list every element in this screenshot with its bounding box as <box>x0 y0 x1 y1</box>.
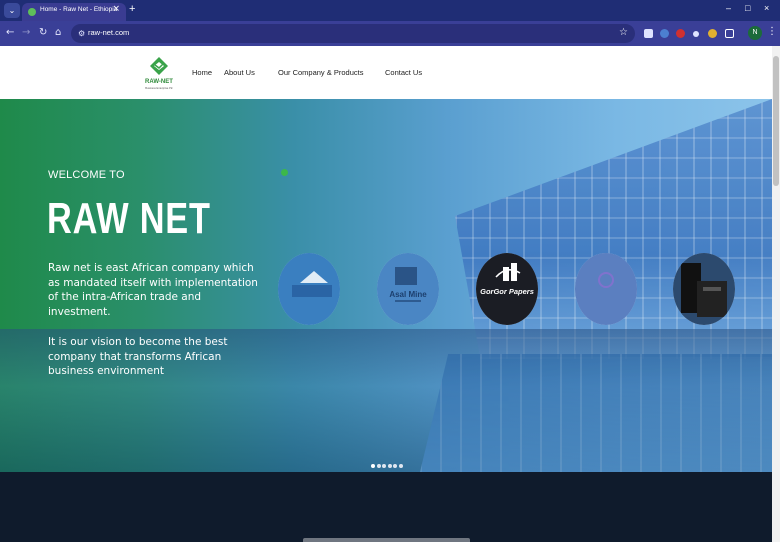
extension-icon[interactable] <box>708 29 717 38</box>
mine-logo-icon <box>395 267 421 302</box>
browser-tab[interactable]: Home - Raw Net - Ethiopia × <box>22 3 126 21</box>
profile-avatar[interactable]: N <box>748 26 762 40</box>
company-logo-circle[interactable] <box>575 253 637 325</box>
bookmark-star-icon[interactable]: ☆ <box>619 27 628 38</box>
hero-welcome: WELCOME TO <box>48 169 125 181</box>
company-label-asal-mine: Asal Mine <box>389 290 427 299</box>
decorative-dot <box>281 169 288 176</box>
product-box-icon <box>681 263 727 317</box>
slider-dot[interactable] <box>376 464 381 468</box>
site-header: RAW-NET Business Enterprise Plc Home Abo… <box>0 46 772 99</box>
tab-search-button[interactable]: ⌄ <box>4 3 20 18</box>
home-icon[interactable]: ⌂ <box>55 27 61 38</box>
company-logo-circle[interactable] <box>278 253 340 325</box>
logo-subtext: Business Enterprise Plc <box>145 87 173 90</box>
slider-dot[interactable] <box>382 464 386 468</box>
web-page: RAW-NET Business Enterprise Plc Home Abo… <box>0 46 772 542</box>
slider-dot[interactable] <box>371 464 375 468</box>
nav-contact-us[interactable]: Contact Us <box>385 68 422 77</box>
building-reflection <box>420 354 772 472</box>
new-tab-button[interactable]: + <box>129 3 135 15</box>
page-scrollbar[interactable] <box>772 46 780 542</box>
scrollbar-thumb[interactable] <box>773 56 779 186</box>
extension-icon[interactable] <box>644 29 653 38</box>
house-logo-icon <box>292 271 332 297</box>
brand-mark-icon <box>598 272 614 288</box>
slider-dot[interactable] <box>387 464 392 468</box>
browser-toolbar: ← → ↻ ⌂ ⚙ raw-net.com ☆ N ⋮ <box>0 21 780 46</box>
nav-home[interactable]: Home <box>192 68 212 77</box>
browser-menu-icon[interactable]: ⋮ <box>767 26 777 37</box>
extension-icon[interactable] <box>693 31 699 37</box>
extension-icon[interactable] <box>660 29 669 38</box>
site-logo[interactable]: RAW-NET Business Enterprise Plc <box>142 55 176 95</box>
browser-tab-bar: ⌄ Home - Raw Net - Ethiopia × + – □ × <box>0 0 780 21</box>
nav-about-us[interactable]: About Us <box>224 68 255 77</box>
slider-dot[interactable] <box>398 464 403 468</box>
company-logo-circle[interactable]: Asal Mine <box>377 253 439 325</box>
nav-company-products[interactable]: Our Company & Products <box>278 68 363 77</box>
company-logo-circle[interactable] <box>673 253 735 325</box>
tab-close-icon[interactable]: × <box>112 4 120 14</box>
address-bar[interactable]: ⚙ raw-net.com ☆ <box>71 24 635 43</box>
dark-content-section <box>0 472 772 542</box>
slider-dot[interactable] <box>393 464 397 468</box>
hero-title: RAW NET <box>47 194 211 243</box>
section-image-peek <box>303 538 470 542</box>
logo-text: RAW-NET <box>145 79 173 85</box>
minimize-button[interactable]: – <box>726 3 731 13</box>
company-label-gorgor-papers: GorGor Papers <box>480 287 534 296</box>
forward-arrow-icon[interactable]: → <box>22 27 30 38</box>
maximize-button[interactable]: □ <box>745 3 750 13</box>
site-favicon-icon <box>28 8 36 16</box>
site-info-icon[interactable]: ⚙ <box>78 29 85 38</box>
hero-paragraph-1: Raw net is east African company which as… <box>48 262 258 319</box>
hero-paragraph-2: It is our vision to become the best comp… <box>48 336 228 378</box>
hero-slider: WELCOME TO RAW NET Raw net is east Afric… <box>0 99 772 472</box>
close-window-button[interactable]: × <box>764 3 769 13</box>
company-logo-circle[interactable]: GorGor Papers <box>476 253 538 325</box>
extensions-puzzle-icon[interactable] <box>725 29 734 38</box>
tab-title: Home - Raw Net - Ethiopia <box>40 6 118 13</box>
back-arrow-icon[interactable]: ← <box>6 27 14 38</box>
url-text: raw-net.com <box>88 28 130 37</box>
extension-icon[interactable] <box>676 29 685 38</box>
reload-icon[interactable]: ↻ <box>39 27 47 38</box>
